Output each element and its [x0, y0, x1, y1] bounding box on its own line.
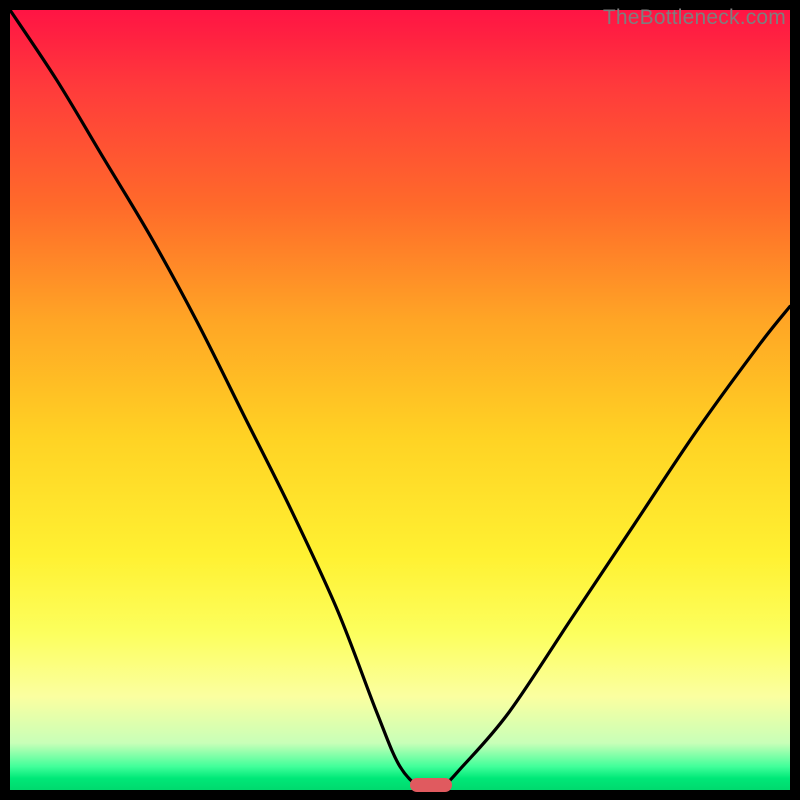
- curve-svg: [10, 10, 790, 790]
- watermark-text: TheBottleneck.com: [603, 6, 786, 30]
- chart-frame: TheBottleneck.com: [0, 0, 800, 800]
- plot-area: [10, 10, 790, 790]
- optimal-marker: [410, 778, 452, 792]
- bottleneck-curve: [10, 10, 790, 790]
